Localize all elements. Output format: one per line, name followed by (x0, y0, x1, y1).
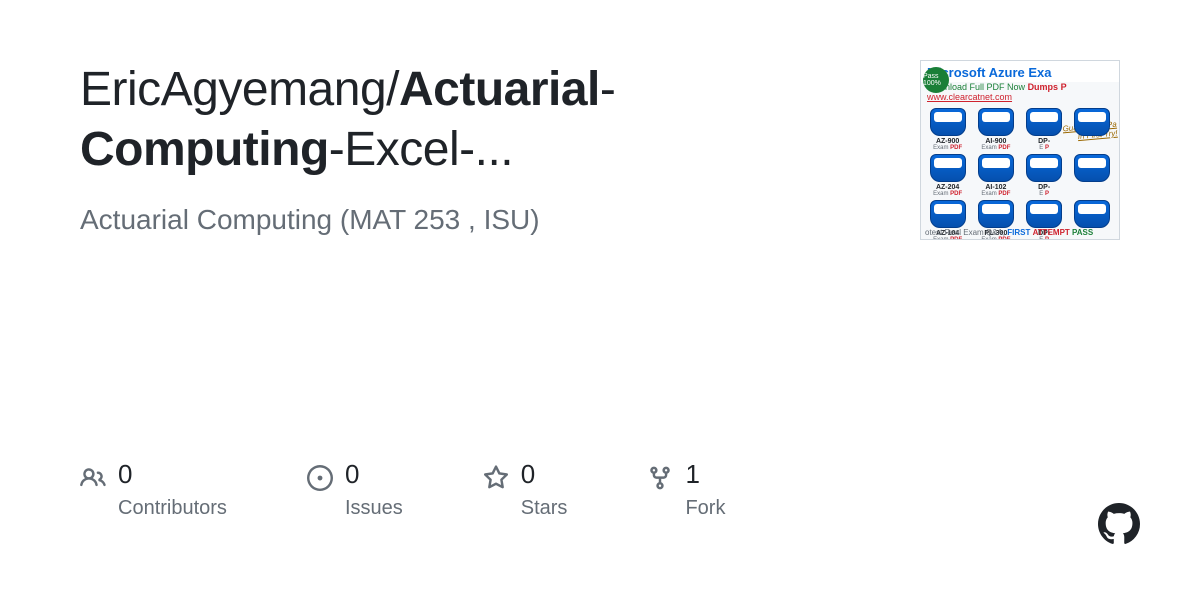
cert-badge: AI-900Exam PDF (973, 108, 1018, 151)
stat-value: 0 (118, 461, 227, 487)
github-logo-icon[interactable] (1098, 503, 1140, 550)
repo-header: EricAgyemang/Actuarial- Computing-Excel-.… (80, 60, 780, 236)
fork-icon (647, 465, 673, 491)
stat-contributors[interactable]: 0 Contributors (80, 461, 227, 520)
stat-forks[interactable]: 1 Fork (647, 461, 725, 520)
repo-description: Actuarial Computing (MAT 253 , ISU) (80, 204, 780, 236)
stat-label: Issues (345, 497, 403, 520)
stat-value: 1 (685, 461, 725, 487)
thumb-url: www.clearcatnet.com (921, 92, 1119, 104)
cert-badge-grid: AZ-900Exam PDF AI-900Exam PDF DP-E P AZ-… (921, 104, 1119, 240)
cert-badge: DP-E P (1022, 154, 1067, 197)
repo-name-part: Computing (80, 123, 329, 176)
repo-name-part: -Excel-... (329, 123, 513, 176)
cert-badge: AI-102Exam PDF (973, 154, 1018, 197)
repo-owner: EricAgyemang (80, 63, 386, 116)
stat-issues[interactable]: 0 Issues (307, 461, 403, 520)
cert-badge: AZ-900Exam PDF (925, 108, 970, 151)
thumb-title: Microsoft Azure Exa (921, 61, 1119, 82)
pass-badge: Pass 100% (923, 67, 949, 93)
cert-badge (1070, 154, 1115, 197)
repo-image-thumbnail[interactable]: Pass 100% Microsoft Azure Exa Download F… (920, 60, 1120, 240)
thumb-footer: otest Real Exam Q&A, FIRST ATTEMPT PASS (925, 228, 1093, 237)
stat-label: Fork (685, 497, 725, 520)
stat-value: 0 (345, 461, 403, 487)
cert-badge (1070, 108, 1115, 151)
cert-badge: AZ-204Exam PDF (925, 154, 970, 197)
repo-name-part: Actuarial (399, 63, 600, 116)
stat-label: Contributors (118, 497, 227, 520)
cert-badge: DP-E P (1022, 108, 1067, 151)
separator: / (386, 63, 399, 116)
star-icon (483, 465, 509, 491)
repo-title[interactable]: EricAgyemang/Actuarial- Computing-Excel-.… (80, 60, 780, 180)
stat-stars[interactable]: 0 Stars (483, 461, 568, 520)
issue-icon (307, 465, 333, 491)
stat-label: Stars (521, 497, 568, 520)
people-icon (80, 465, 106, 491)
repo-name-part: - (600, 63, 615, 116)
stats-row: 0 Contributors 0 Issues 0 Stars (80, 461, 1120, 520)
stat-value: 0 (521, 461, 568, 487)
